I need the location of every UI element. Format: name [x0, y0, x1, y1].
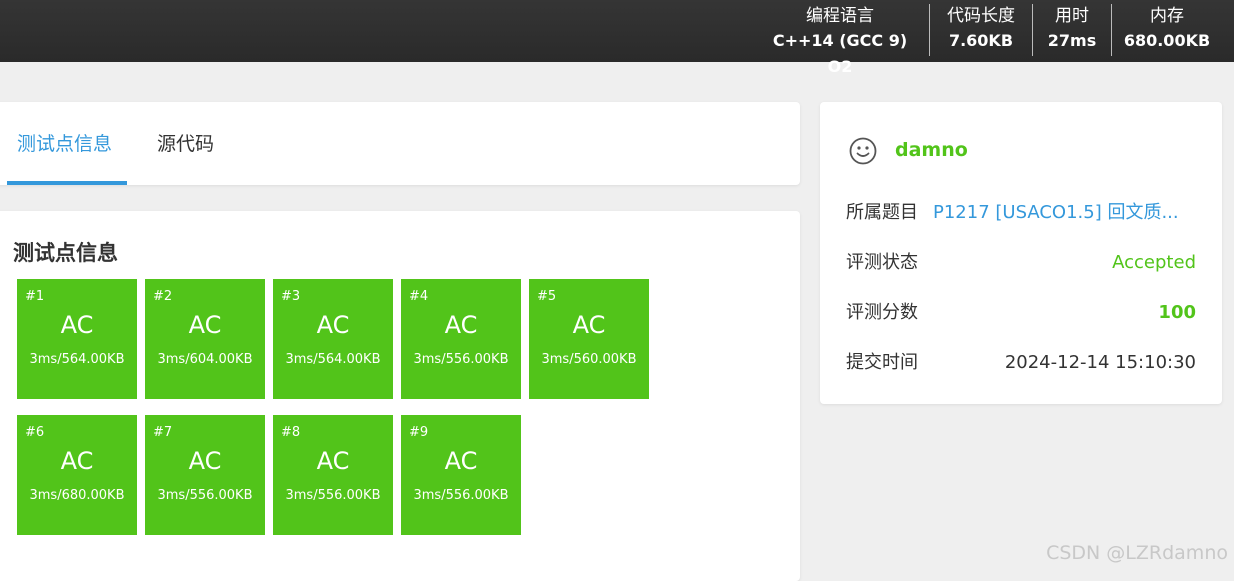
divider: [929, 4, 930, 56]
testcase-id: #9: [409, 425, 428, 440]
testcase-status: AC: [145, 447, 265, 475]
testcase-status: AC: [401, 447, 521, 475]
info-row-time: 提交时间 2024-12-14 15:10:30: [846, 348, 1196, 378]
status-value: Accepted: [1112, 248, 1196, 278]
testcase-id: #2: [153, 289, 172, 304]
testcase-id: #6: [25, 425, 44, 440]
testcase-resource: 3ms/680.00KB: [17, 488, 137, 503]
problem-label: 所属题目: [846, 198, 918, 228]
testcase-tile[interactable]: #7 AC 3ms/556.00KB: [145, 415, 265, 535]
testcase-resource: 3ms/604.00KB: [145, 352, 265, 367]
stat-language-label: 编程语言: [760, 4, 920, 28]
testcase-resource: 3ms/556.00KB: [401, 488, 521, 503]
time-value: 2024-12-14 15:10:30: [1005, 348, 1196, 378]
submission-info-card: damno 所属题目 P1217 [USACO1.5] 回文质... 评测状态 …: [820, 102, 1222, 404]
testcase-resource: 3ms/564.00KB: [273, 352, 393, 367]
testcase-id: #4: [409, 289, 428, 304]
tabs-card: 测试点信息 源代码: [0, 102, 800, 185]
testcase-tile[interactable]: #4 AC 3ms/556.00KB: [401, 279, 521, 399]
testcase-tile[interactable]: #8 AC 3ms/556.00KB: [273, 415, 393, 535]
stat-language-value: C++14 (GCC 9) O2: [760, 28, 920, 80]
divider: [1111, 4, 1112, 56]
smiley-face-icon: [849, 137, 877, 165]
testcase-tile[interactable]: #1 AC 3ms/564.00KB: [17, 279, 137, 399]
testcase-status: AC: [17, 447, 137, 475]
stat-time-label: 用时: [1038, 4, 1106, 28]
time-label: 提交时间: [846, 348, 918, 378]
divider: [1032, 4, 1033, 56]
stat-code-length-label: 代码长度: [935, 4, 1027, 28]
score-label: 评测分数: [846, 298, 918, 328]
stat-memory-label: 内存: [1117, 4, 1217, 28]
testcase-id: #1: [25, 289, 44, 304]
testcase-resource: 3ms/556.00KB: [401, 352, 521, 367]
testcase-tile[interactable]: #9 AC 3ms/556.00KB: [401, 415, 521, 535]
info-row-status: 评测状态 Accepted: [846, 248, 1196, 278]
stat-language: 编程语言 C++14 (GCC 9) O2: [760, 4, 920, 56]
testcase-tile[interactable]: #5 AC 3ms/560.00KB: [529, 279, 649, 399]
stat-memory: 内存 680.00KB: [1117, 4, 1217, 56]
testcase-resource: 3ms/556.00KB: [145, 488, 265, 503]
testcase-tile[interactable]: #6 AC 3ms/680.00KB: [17, 415, 137, 535]
status-label: 评测状态: [846, 248, 918, 278]
testcase-status: AC: [145, 311, 265, 339]
stat-code-length: 代码长度 7.60KB: [935, 4, 1027, 56]
tab-testcase-info[interactable]: 测试点信息: [17, 130, 112, 158]
testcase-id: #3: [281, 289, 300, 304]
stat-time-value: 27ms: [1038, 28, 1106, 54]
stat-code-length-value: 7.60KB: [935, 28, 1027, 54]
testcase-tile[interactable]: #2 AC 3ms/604.00KB: [145, 279, 265, 399]
testcases-card: 测试点信息 #1 AC 3ms/564.00KB #2 AC 3ms/604.0…: [0, 211, 800, 581]
testcase-resource: 3ms/564.00KB: [17, 352, 137, 367]
testcase-resource: 3ms/556.00KB: [273, 488, 393, 503]
testcase-status: AC: [401, 311, 521, 339]
submission-stats-bar: 编程语言 C++14 (GCC 9) O2 代码长度 7.60KB 用时 27m…: [0, 0, 1234, 62]
score-value: 100: [1158, 298, 1196, 328]
testcase-resource: 3ms/560.00KB: [529, 352, 649, 367]
stat-time: 用时 27ms: [1038, 4, 1106, 56]
problem-link[interactable]: P1217 [USACO1.5] 回文质...: [933, 198, 1179, 228]
testcase-id: #5: [537, 289, 556, 304]
tab-source-code[interactable]: 源代码: [157, 130, 214, 158]
testcase-status: AC: [529, 311, 649, 339]
testcase-status: AC: [273, 311, 393, 339]
info-row-problem: 所属题目 P1217 [USACO1.5] 回文质...: [846, 198, 1196, 228]
username-link[interactable]: damno: [895, 139, 968, 161]
section-title: 测试点信息: [13, 237, 118, 267]
testcase-id: #7: [153, 425, 172, 440]
watermark: CSDN @LZRdamno: [1046, 542, 1228, 564]
testcase-id: #8: [281, 425, 300, 440]
testcase-status: AC: [273, 447, 393, 475]
stat-memory-value: 680.00KB: [1117, 28, 1217, 54]
active-tab-indicator: [7, 181, 127, 185]
testcase-status: AC: [17, 311, 137, 339]
info-row-score: 评测分数 100: [846, 298, 1196, 328]
testcase-tile[interactable]: #3 AC 3ms/564.00KB: [273, 279, 393, 399]
